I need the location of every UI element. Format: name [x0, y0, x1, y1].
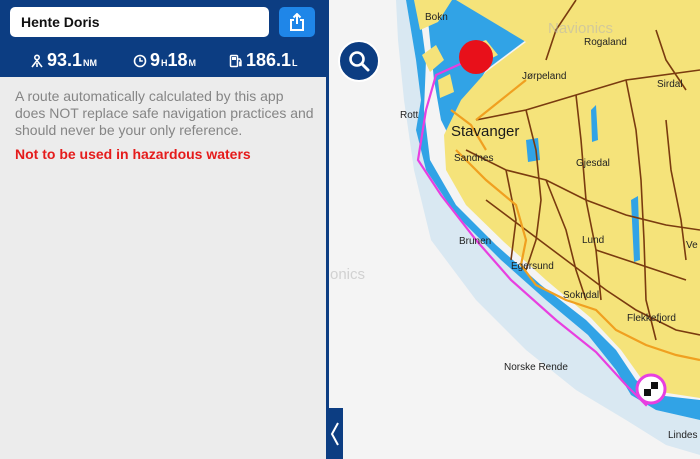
map-label-gjesdal: Gjesdal	[576, 158, 610, 169]
route-disclaimer: A route automatically calculated by this…	[15, 88, 314, 138]
chevron-left-icon	[330, 422, 339, 445]
route-distance-icon	[31, 54, 43, 68]
map-watermark-mid: onics	[330, 266, 366, 283]
clock-icon	[133, 54, 147, 68]
map-label-lindesnes: Lindes	[668, 430, 698, 441]
hazard-warning: Not to be used in hazardous waters	[15, 146, 251, 162]
map-label-norske-rende: Norske Rende	[504, 362, 568, 373]
map-label-lund: Lund	[582, 235, 605, 246]
map-label-sokndal: Sokndal	[563, 290, 600, 301]
share-button[interactable]	[279, 7, 315, 37]
route-stats: 93.1 NM 9 H 18 M 186.1 L	[0, 44, 326, 77]
map-label-ve: Ve	[686, 240, 698, 251]
fuel-unit: L	[292, 58, 298, 68]
map-label-bokn: Bokn	[425, 12, 448, 23]
duration-minutes-unit: M	[188, 58, 197, 68]
map-label-stavanger: Stavanger	[451, 123, 520, 140]
fuel-stat: 186.1 L	[229, 50, 298, 71]
start-marker[interactable]	[459, 40, 493, 74]
map-label-flekkefjord: Flekkefjord	[627, 313, 676, 324]
duration-minutes: 18	[167, 50, 188, 70]
map-label-rott: Rott	[400, 110, 419, 121]
route-header: 93.1 NM 9 H 18 M 186.1	[0, 0, 326, 77]
panel-divider	[326, 0, 329, 459]
map-watermark-top: Navionics	[548, 20, 614, 37]
map-label-sirdal: Sirdal	[657, 79, 683, 90]
distance-stat: 93.1 NM	[30, 50, 97, 71]
fuel-pump-icon	[229, 54, 242, 68]
fuel-value: 186.1	[246, 50, 292, 70]
map-label-brunen: Brunen	[459, 236, 492, 247]
search-icon	[349, 51, 370, 72]
map-canvas	[326, 0, 700, 459]
nautical-map[interactable]: Bokn Rogaland Jørpeland Sirdal Rott Stav…	[326, 0, 700, 459]
collapse-panel-button[interactable]	[326, 408, 343, 459]
map-label-rogaland: Rogaland	[584, 37, 627, 48]
route-panel: 93.1 NM 9 H 18 M 186.1	[0, 0, 326, 459]
map-label-sandnes: Sandnes	[454, 153, 494, 164]
map-label-egersund: Egersund	[511, 261, 554, 272]
share-icon	[290, 13, 304, 31]
duration-stat: 9 H 18 M	[133, 50, 196, 71]
distance-value: 93.1	[47, 50, 83, 70]
map-search-button[interactable]	[338, 40, 380, 82]
distance-unit: NM	[83, 58, 98, 68]
duration-hours: 9	[150, 50, 161, 70]
route-name-input[interactable]	[10, 7, 269, 37]
map-label-jorpeland: Jørpeland	[522, 71, 567, 82]
